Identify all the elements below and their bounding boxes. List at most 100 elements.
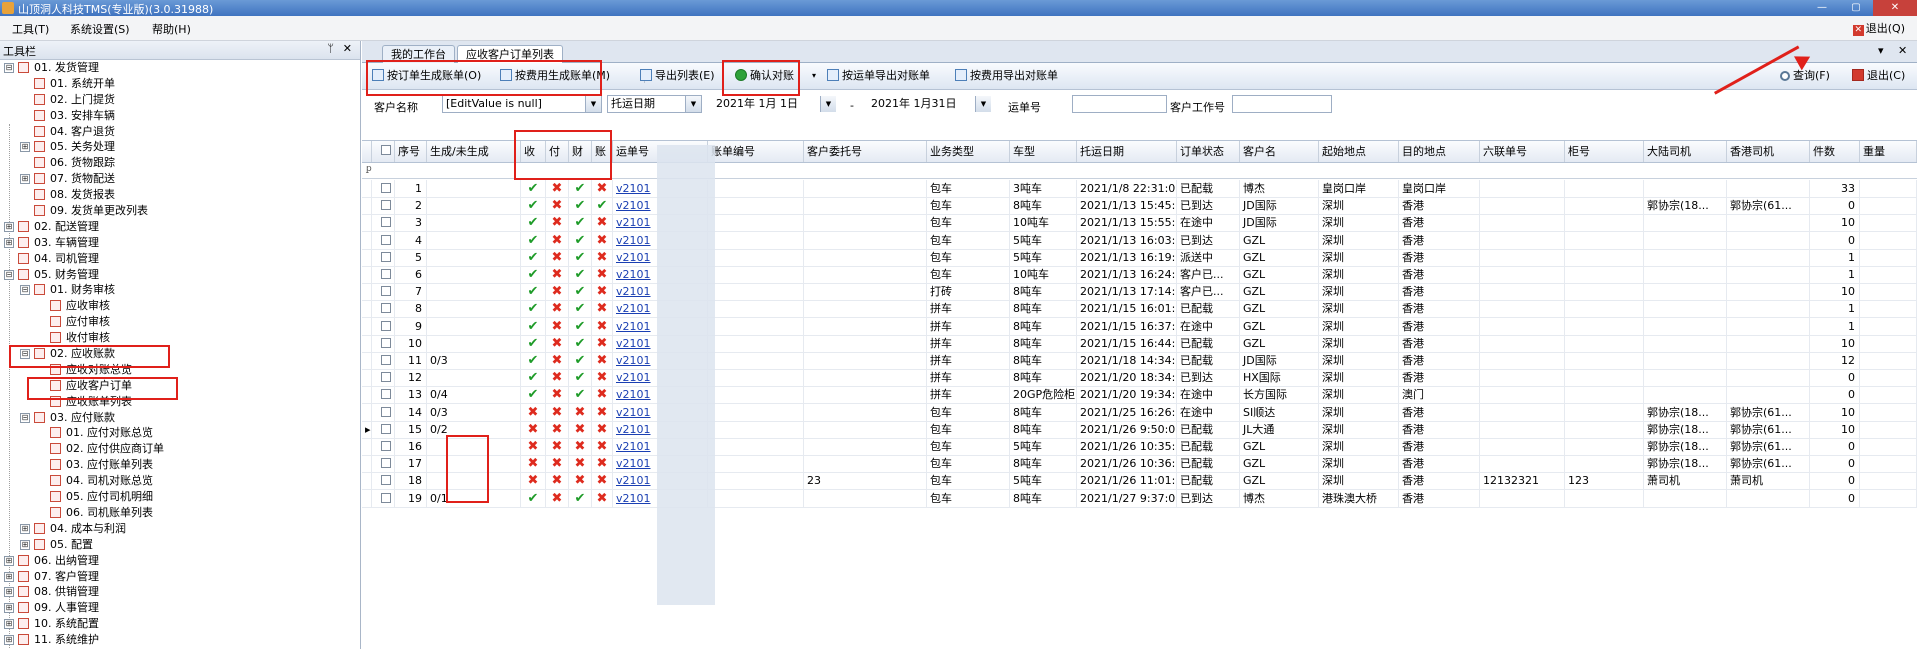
tree-item[interactable]: ⊞ 04. 成本与利润	[0, 521, 360, 537]
column-header[interactable]: 重量	[1860, 141, 1917, 162]
expand-icon[interactable]: ⊟	[4, 63, 14, 73]
calendar-icon[interactable]: ▼	[975, 96, 991, 112]
expand-icon[interactable]: ⊞	[4, 603, 14, 614]
exit-tab-button[interactable]: 退出(C)	[1852, 68, 1905, 84]
expand-icon[interactable]: ⊟	[20, 412, 30, 423]
expand-icon[interactable]: ⊟	[4, 269, 14, 280]
table-row[interactable]: 6 ✔ ✖ ✔ ✖ v2101 包车 10吨车 2021/1/13 16:24:... 客户已..…	[362, 266, 1917, 284]
date-to-picker[interactable]: 2021年 1月31日 ▼	[867, 95, 992, 113]
date-from-picker[interactable]: 2021年 1月 1日 ▼	[712, 95, 837, 113]
checkbox[interactable]	[381, 251, 391, 262]
table-row[interactable]: 1 ✔ ✖ ✔ ✖ v2101 包车 3吨车 2021/1/8 22:31:00 已配载 博杰 皇岗口…	[362, 180, 1917, 198]
checkbox[interactable]	[381, 441, 391, 451]
checkbox[interactable]	[381, 200, 391, 211]
maximize-button[interactable]: ▢	[1839, 0, 1873, 16]
tree-item[interactable]: 06. 司机账单列表	[0, 505, 360, 521]
tree-item[interactable]: ⊞ 07. 货物配送	[0, 171, 360, 187]
table-row[interactable]: 16 ✖ ✖ ✖ ✖ v2101 包车 5吨车 2021/1/26 10:35:... 已配载 GZ…	[362, 438, 1917, 456]
tree-item[interactable]: ⊞ 07. 客户管理	[0, 569, 360, 585]
expand-icon[interactable]: ⊞	[4, 635, 14, 646]
minimize-button[interactable]: —	[1805, 0, 1839, 16]
column-header[interactable]: 生成/未生成	[427, 141, 521, 162]
tree-item[interactable]: 应收审核	[0, 298, 360, 314]
checkbox[interactable]	[381, 475, 391, 486]
column-header[interactable]: 柜号	[1565, 141, 1644, 162]
checkbox[interactable]	[381, 492, 391, 503]
table-row[interactable]: 3 ✔ ✖ ✔ ✖ v2101 包车 10吨车 2021/1/13 15:55:... 在途中 JD…	[362, 214, 1917, 233]
table-row[interactable]: 8 ✔ ✖ ✔ ✖ v2101 拼车 8吨车 2021/1/15 16:01:... 已配载 GZL…	[362, 300, 1917, 319]
tree-item[interactable]: 03. 安排车辆	[0, 108, 360, 124]
checkbox[interactable]	[381, 303, 391, 314]
tree-item[interactable]: ⊞ 10. 系统配置	[0, 616, 360, 632]
expand-icon[interactable]: ⊞	[20, 142, 30, 153]
tree-item[interactable]: ⊞ 05. 配置	[0, 537, 360, 553]
tree-item[interactable]: ⊟ 01. 发货管理	[0, 60, 360, 76]
checkbox[interactable]	[381, 269, 391, 279]
column-header[interactable]: 账单编号	[708, 141, 804, 162]
expand-icon[interactable]: ⊟	[20, 285, 30, 296]
column-header[interactable]: 订单状态	[1177, 141, 1240, 162]
chevron-down-icon[interactable]: ▼	[685, 96, 701, 112]
expand-icon[interactable]: ⊞	[20, 174, 30, 185]
column-header[interactable]: 序号	[395, 141, 427, 162]
table-row[interactable]: 11 0/3 ✔ ✖ ✔ ✖ v2101 拼车 8吨车 2021/1/18 14:34:... 已配…	[362, 352, 1917, 370]
column-header[interactable]: 车型	[1010, 141, 1077, 162]
tree-item[interactable]: 01. 应付对账总览	[0, 425, 360, 441]
checkbox[interactable]	[381, 372, 391, 383]
tree-item[interactable]: ⊟ 05. 财务管理	[0, 267, 360, 283]
menu-tools[interactable]: 工具(T)	[12, 21, 49, 37]
tree-item[interactable]: 05. 应付司机明细	[0, 489, 360, 505]
column-header[interactable]: 业务类型	[927, 141, 1010, 162]
tree-item[interactable]: 04. 客户退货	[0, 124, 360, 140]
expand-icon[interactable]: ⊞	[4, 221, 14, 232]
row-checkbox-cell[interactable]	[372, 334, 395, 352]
table-row[interactable]: 9 ✔ ✖ ✔ ✖ v2101 拼车 8吨车 2021/1/15 16:37:... 在途中 GZL…	[362, 317, 1917, 336]
row-checkbox-cell[interactable]	[372, 352, 395, 369]
expand-icon[interactable]: ⊞	[4, 571, 14, 582]
row-checkbox-cell[interactable]	[372, 438, 395, 455]
row-checkbox-cell[interactable]	[372, 231, 395, 249]
table-row[interactable]: 12 ✔ ✖ ✔ ✖ v2101 拼车 8吨车 2021/1/20 18:34:... 已到达 HX…	[362, 369, 1917, 388]
checkbox[interactable]	[381, 423, 391, 434]
calendar-icon[interactable]: ▼	[820, 96, 836, 112]
tree-item[interactable]: ⊞ 05. 关务处理	[0, 139, 360, 155]
checkbox[interactable]	[381, 389, 391, 400]
tree-item[interactable]: ⊟ 01. 财务审核	[0, 282, 360, 298]
checkbox[interactable]	[381, 355, 391, 365]
tree-item[interactable]: ⊞ 08. 供销管理	[0, 584, 360, 600]
close-window-button[interactable]: ✕	[1873, 0, 1917, 16]
checkbox[interactable]	[381, 145, 391, 155]
tab-menu-icon[interactable]: ▾	[1878, 44, 1884, 57]
expand-icon[interactable]: ⊞	[4, 237, 14, 248]
tab-close-icon[interactable]: ✕	[1898, 44, 1907, 57]
checkbox[interactable]	[381, 320, 391, 331]
row-checkbox-cell[interactable]	[372, 214, 395, 232]
tree-item[interactable]: 01. 系统开单	[0, 76, 360, 92]
tree-item[interactable]: ⊞ 11. 系统维护	[0, 632, 360, 648]
checkbox[interactable]	[381, 458, 391, 469]
tree-item[interactable]: ⊞ 03. 车辆管理	[0, 235, 360, 251]
close-icon[interactable]: ✕	[343, 42, 352, 55]
row-checkbox-cell[interactable]	[372, 369, 395, 387]
expand-icon[interactable]: ⊞	[4, 555, 14, 566]
table-row[interactable]: 18 ✖ ✖ ✖ ✖ v2101 23 包车 5吨车 2021/1/26 11:01:... 已配载…	[362, 472, 1917, 491]
column-header[interactable]: 香港司机	[1727, 141, 1810, 162]
tree-item[interactable]: 09. 发货单更改列表	[0, 203, 360, 219]
query-button[interactable]: 查询(F)	[1780, 68, 1830, 84]
tree-item[interactable]: 04. 司机管理	[0, 251, 360, 267]
row-checkbox-cell[interactable]	[372, 300, 395, 318]
column-header[interactable]: 大陆司机	[1644, 141, 1727, 162]
checkbox[interactable]	[381, 217, 391, 228]
expand-icon[interactable]: ⊞	[20, 523, 30, 534]
row-checkbox-cell[interactable]	[372, 455, 395, 473]
column-header[interactable]: 件数	[1810, 141, 1860, 162]
column-header[interactable]: 客户名	[1240, 141, 1319, 162]
tree-item[interactable]: ⊞ 02. 配送管理	[0, 219, 360, 235]
table-row[interactable]: 13 0/4 ✔ ✖ ✔ ✖ v2101 拼车 20GP危险柜 2021/1/20 19:34:.…	[362, 386, 1917, 405]
table-row[interactable]: 2 ✔ ✖ ✔ ✔ v2101 包车 8吨车 2021/1/13 15:45:... 已到达 JD国…	[362, 197, 1917, 216]
checkbox[interactable]	[381, 406, 391, 417]
checkbox[interactable]	[381, 234, 391, 245]
column-header[interactable]: 目的地点	[1399, 141, 1480, 162]
tree-item[interactable]: ⊞ 06. 出纳管理	[0, 553, 360, 569]
table-row[interactable]: 4 ✔ ✖ ✔ ✖ v2101 包车 5吨车 2021/1/13 16:03:... 已到达 GZL…	[362, 231, 1917, 250]
